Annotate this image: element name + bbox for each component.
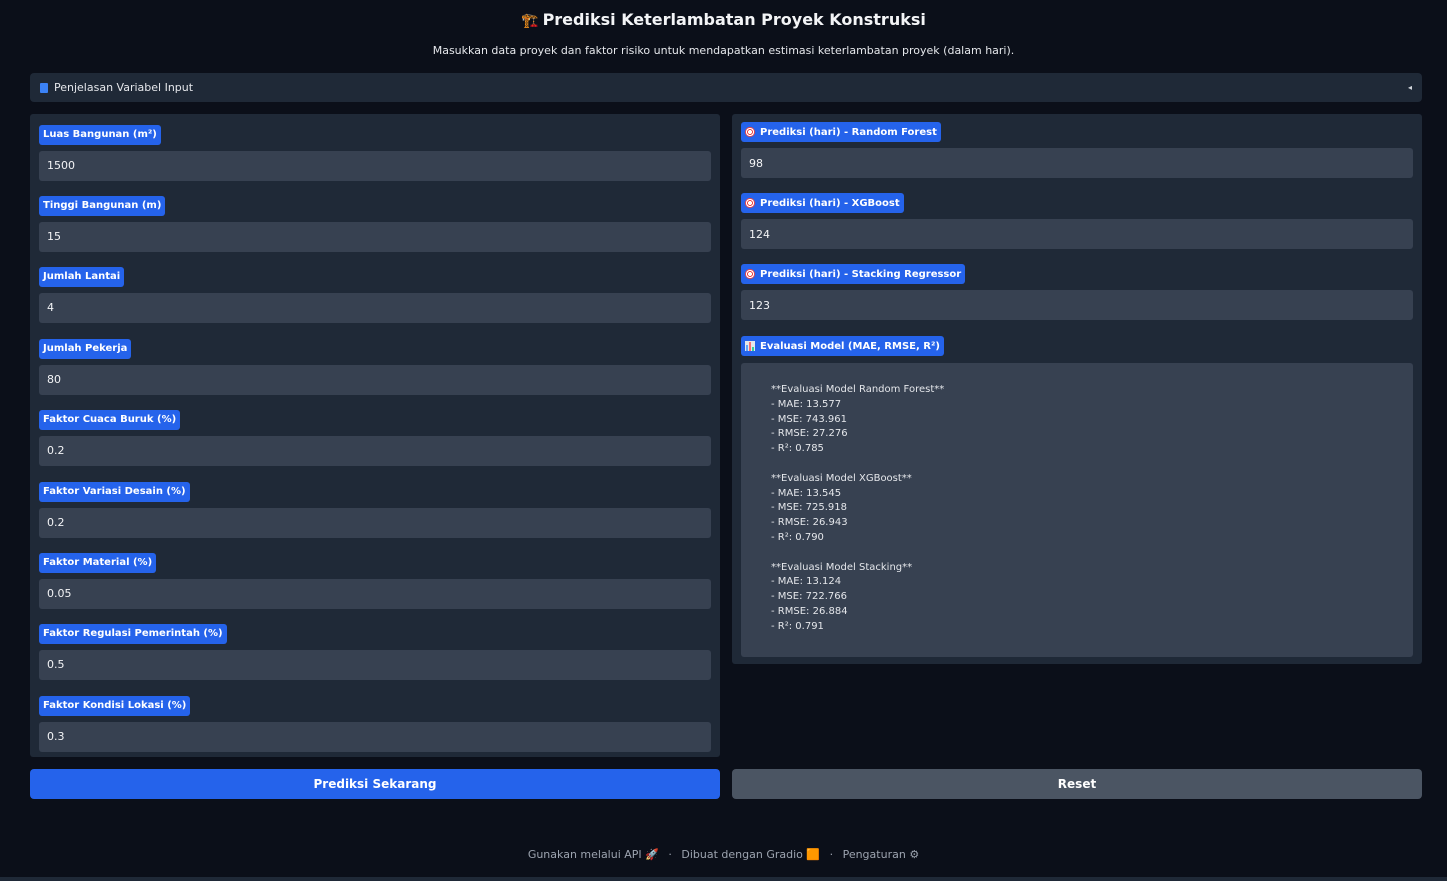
separator: · bbox=[668, 848, 672, 861]
field-label: Faktor Cuaca Buruk (%) bbox=[39, 409, 181, 430]
evaluation-section: Evaluasi Model (MAE, RMSE, R²) bbox=[741, 336, 1413, 356]
output-label-text: Prediksi (hari) - Random Forest bbox=[760, 126, 937, 138]
field-faktor-regulasi: Faktor Regulasi Pemerintah (%) 0.5 bbox=[39, 621, 711, 680]
field-tinggi-bangunan: Tinggi Bangunan (m) 15 bbox=[39, 193, 711, 252]
bar-chart-icon bbox=[745, 341, 755, 351]
evaluation-label-text: Evaluasi Model (MAE, RMSE, R²) bbox=[760, 340, 940, 352]
field-label: Jumlah Pekerja bbox=[39, 338, 132, 359]
field-jumlah-lantai: Jumlah Lantai 4 bbox=[39, 264, 711, 323]
field-faktor-cuaca: Faktor Cuaca Buruk (%) 0.2 bbox=[39, 407, 711, 466]
gear-icon: ⚙ bbox=[909, 848, 920, 861]
output-label-text: Prediksi (hari) - Stacking Regressor bbox=[760, 268, 962, 280]
faktor-cuaca-input[interactable]: 0.2 bbox=[39, 435, 711, 466]
field-label: Luas Bangunan (m²) bbox=[39, 124, 161, 145]
output-label: Prediksi (hari) - Random Forest bbox=[741, 122, 941, 142]
faktor-regulasi-input[interactable]: 0.5 bbox=[39, 649, 711, 680]
construction-icon: 🏗️ bbox=[521, 13, 539, 29]
api-link[interactable]: Gunakan melalui API 🚀 bbox=[528, 848, 659, 861]
app-root: 🏗️ Prediksi Keterlambatan Proyek Konstruk… bbox=[0, 0, 1447, 881]
output-stacking: Prediksi (hari) - Stacking Regressor 123 bbox=[741, 264, 1413, 320]
field-label: Faktor Regulasi Pemerintah (%) bbox=[39, 623, 227, 644]
input-panel: Luas Bangunan (m²) 1500 Tinggi Bangunan … bbox=[30, 114, 720, 757]
page-title: 🏗️ Prediksi Keterlambatan Proyek Konstruk… bbox=[0, 8, 1447, 33]
accordion-label: Penjelasan Variabel Input bbox=[54, 81, 194, 94]
field-label: Faktor Variasi Desain (%) bbox=[39, 481, 190, 502]
output-label-text: Prediksi (hari) - XGBoost bbox=[760, 197, 900, 209]
field-faktor-variasi-desain: Faktor Variasi Desain (%) 0.2 bbox=[39, 479, 711, 538]
reset-button[interactable]: Reset bbox=[732, 769, 1422, 799]
output-panel: Prediksi (hari) - Random Forest 98 Predi… bbox=[732, 114, 1422, 664]
output-label: Prediksi (hari) - XGBoost bbox=[741, 193, 904, 213]
output-label: Prediksi (hari) - Stacking Regressor bbox=[741, 264, 966, 284]
field-luas-bangunan: Luas Bangunan (m²) 1500 bbox=[39, 122, 711, 181]
field-faktor-material: Faktor Material (%) 0.05 bbox=[39, 550, 711, 609]
rocket-icon: 🚀 bbox=[645, 848, 659, 861]
jumlah-lantai-input[interactable]: 4 bbox=[39, 292, 711, 323]
tinggi-bangunan-input[interactable]: 15 bbox=[39, 221, 711, 252]
target-icon bbox=[745, 198, 755, 208]
field-label: Jumlah Lantai bbox=[39, 266, 125, 287]
bottom-divider bbox=[0, 877, 1447, 881]
output-xgboost: Prediksi (hari) - XGBoost 124 bbox=[741, 193, 1413, 249]
field-label: Faktor Kondisi Lokasi (%) bbox=[39, 695, 191, 716]
page-subtitle: Masukkan data proyek dan faktor risiko u… bbox=[432, 44, 1015, 57]
chevron-left-icon: ◂ bbox=[1407, 83, 1412, 92]
jumlah-pekerja-input[interactable]: 80 bbox=[39, 364, 711, 395]
faktor-variasi-desain-input[interactable]: 0.2 bbox=[39, 507, 711, 538]
gradio-link[interactable]: Dibuat dengan Gradio 🟧 bbox=[681, 848, 820, 861]
stacking-output[interactable]: 123 bbox=[741, 290, 1413, 320]
xgboost-output[interactable]: 124 bbox=[741, 219, 1413, 249]
random-forest-output[interactable]: 98 bbox=[741, 148, 1413, 178]
footer: Gunakan melalui API 🚀 · Dibuat dengan Gr… bbox=[0, 847, 1447, 863]
accordion-variable-explanation[interactable]: Penjelasan Variabel Input ◂ bbox=[30, 73, 1422, 102]
field-label: Tinggi Bangunan (m) bbox=[39, 195, 166, 216]
evaluation-textbox[interactable]: **Evaluasi Model Random Forest** - MAE: … bbox=[741, 363, 1413, 657]
api-link-label: Gunakan melalui API bbox=[527, 848, 642, 861]
gradio-logo-icon: 🟧 bbox=[806, 848, 821, 861]
page-title-text: Prediksi Keterlambatan Proyek Konstruksi bbox=[542, 10, 926, 29]
faktor-kondisi-lokasi-input[interactable]: 0.3 bbox=[39, 721, 711, 752]
field-label: Faktor Material (%) bbox=[39, 552, 157, 573]
book-icon bbox=[40, 82, 48, 93]
separator: · bbox=[829, 848, 834, 861]
field-jumlah-pekerja: Jumlah Pekerja 80 bbox=[39, 336, 711, 395]
target-icon bbox=[745, 127, 755, 137]
target-icon bbox=[745, 269, 755, 279]
gradio-link-label: Dibuat dengan Gradio bbox=[681, 848, 803, 861]
faktor-material-input[interactable]: 0.05 bbox=[39, 578, 711, 609]
settings-link-label: Pengaturan bbox=[842, 848, 906, 861]
settings-link[interactable]: Pengaturan ⚙ bbox=[843, 848, 920, 861]
predict-button[interactable]: Prediksi Sekarang bbox=[30, 769, 720, 799]
evaluation-label: Evaluasi Model (MAE, RMSE, R²) bbox=[741, 336, 944, 356]
luas-bangunan-input[interactable]: 1500 bbox=[39, 150, 711, 181]
field-faktor-kondisi-lokasi: Faktor Kondisi Lokasi (%) 0.3 bbox=[39, 693, 711, 752]
output-random-forest: Prediksi (hari) - Random Forest 98 bbox=[741, 122, 1413, 178]
